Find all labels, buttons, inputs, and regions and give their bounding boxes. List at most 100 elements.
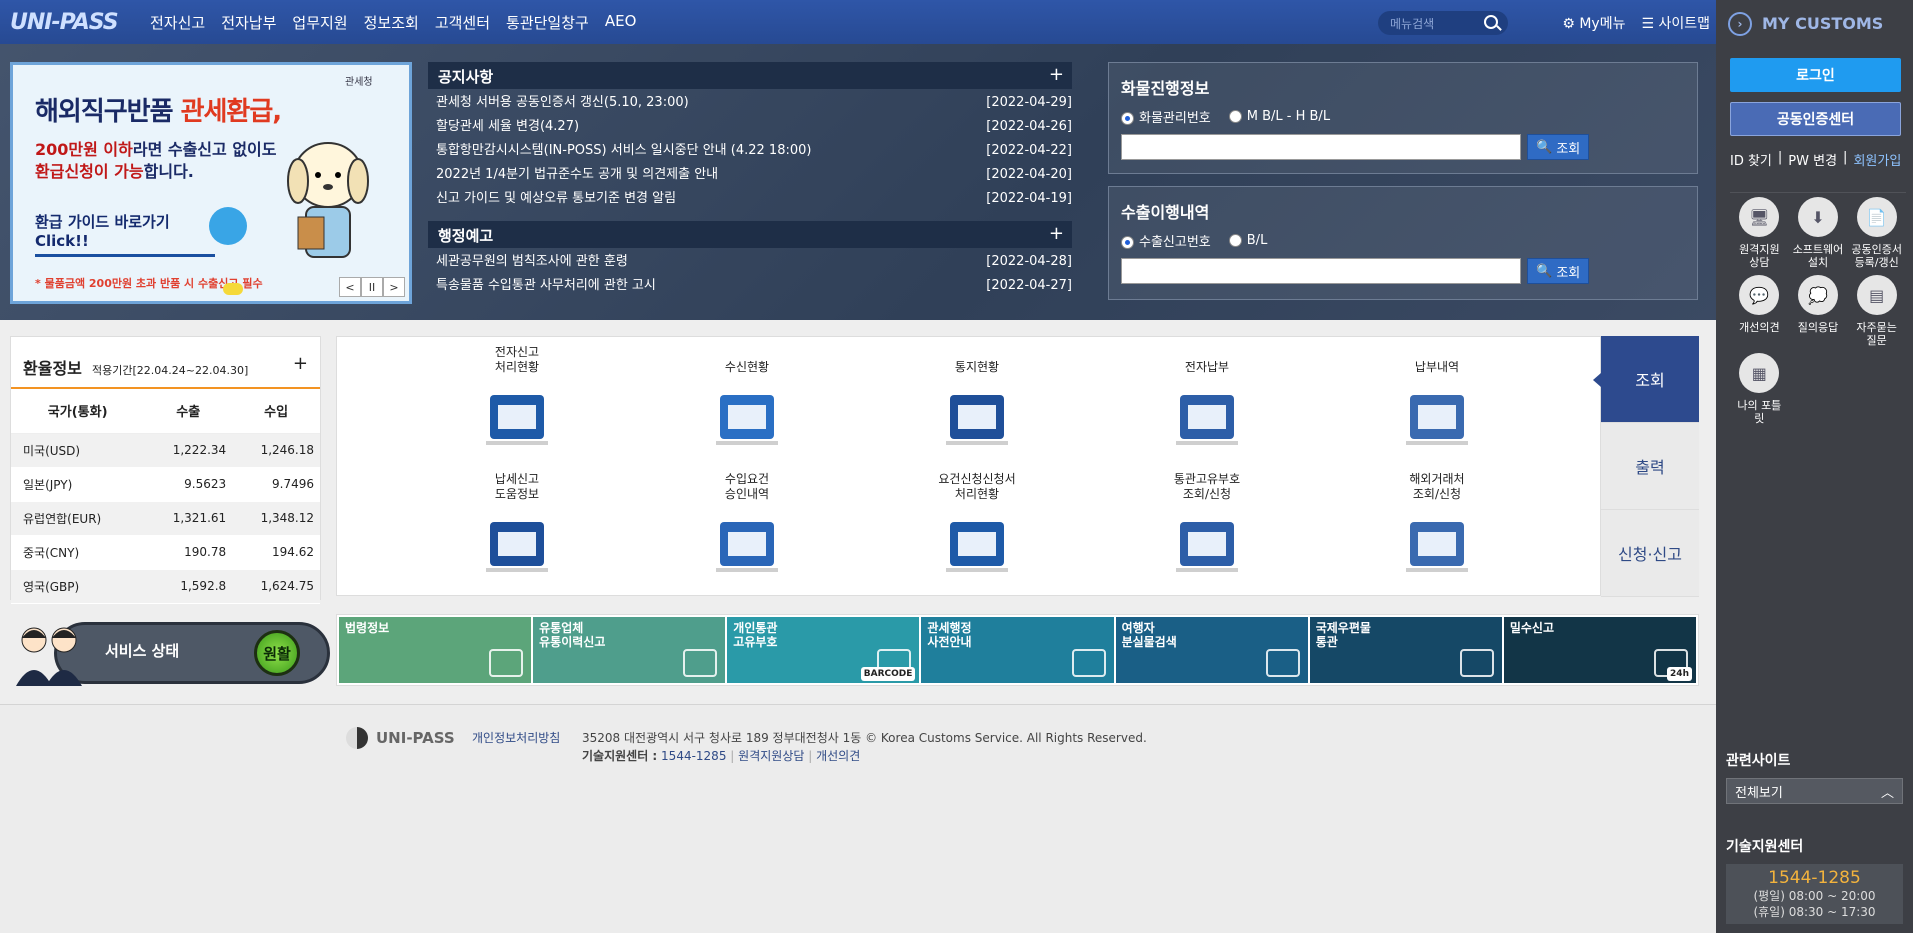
tech-phone: 1544-1285 — [1768, 868, 1861, 888]
radio-export-bl[interactable]: B/L — [1228, 233, 1267, 248]
menu-item[interactable]: 납세신고 도움정보 — [437, 472, 597, 582]
menu-item[interactable]: 해외거래처 조회/신청 — [1357, 472, 1517, 582]
cargo-search-button[interactable]: 🔍 조회 — [1527, 134, 1590, 160]
nav-info-search[interactable]: 정보조회 — [356, 12, 427, 33]
sidebar-quick-item[interactable]: 💭 질의응답 — [1789, 275, 1848, 347]
quick-tile[interactable]: 법령정보 — [339, 617, 532, 683]
menu-item-line1: 납세신고 — [494, 472, 540, 486]
menu-grid: 전자신고 처리현황 수신현황 통지현황 전자납부 납부내역납세신고 도움정보 수입요건 승인내역… — [336, 336, 1601, 596]
nav-single-window[interactable]: 통관단일창구 — [498, 12, 597, 33]
menu-item[interactable]: 통관고유부호 조회/신청 — [1127, 472, 1287, 582]
notice-text[interactable]: 특송물품 수입통관 사무처리에 관한 고시 — [436, 274, 656, 298]
prev-icon[interactable]: < — [339, 277, 361, 297]
related-sites-select[interactable]: 전체보기 ︿ — [1726, 778, 1903, 804]
quick-tile[interactable]: 관세행정 사전안내 — [921, 617, 1114, 683]
book-icon — [489, 649, 524, 677]
unipass-logo[interactable]: UNI-PASS — [0, 0, 119, 44]
login-button[interactable]: 로그인 — [1730, 58, 1901, 92]
sidebar-quick-item[interactable]: ▤ 자주묻는 질문 — [1847, 275, 1906, 347]
quick-tile[interactable]: 국제우편물 통관 — [1309, 617, 1502, 683]
footer-remote-link[interactable]: 원격지원상담 — [738, 749, 804, 763]
sidebar-quick-item[interactable]: 📄 공동인증서 등록/갱신 — [1847, 197, 1906, 269]
calculator-icon — [1406, 395, 1468, 445]
notice-item[interactable]: 신고 가이드 및 예상오류 통보기준 변경 알림 [2022-04-19] — [428, 187, 1072, 211]
sidebar-quick-label: 나의 포틀 릿 — [1737, 399, 1782, 425]
pen-icon — [683, 649, 718, 677]
footer-improve-link[interactable]: 개선의견 — [816, 749, 860, 763]
exchange-more-button[interactable]: + — [293, 353, 308, 374]
export-number-input[interactable] — [1121, 258, 1521, 284]
menu-item[interactable]: 전자납부 — [1127, 345, 1287, 455]
sidebar-quick-item[interactable]: ⬇ 소프트웨어 설치 — [1789, 197, 1848, 269]
find-id-link[interactable]: ID 찾기 — [1730, 150, 1772, 169]
notice-text[interactable]: 2022년 1/4분기 법규준수도 공개 및 의견제출 안내 — [436, 163, 718, 187]
pw-change-link[interactable]: PW 변경 — [1788, 150, 1837, 169]
tab-search[interactable]: 조회 — [1593, 336, 1699, 423]
faq-icon: ▤ — [1856, 275, 1897, 315]
nav-work-support[interactable]: 업무지원 — [284, 12, 355, 33]
menu-search-input[interactable]: 메뉴검색 — [1378, 11, 1508, 35]
notice-text[interactable]: 통합항만감시시스템(IN-POSS) 서비스 일시중단 안내 (4.22 18:… — [436, 139, 811, 163]
menu-item[interactable]: 요건신청신청서 처리현황 — [897, 472, 1057, 582]
quick-tile[interactable]: 밀수신고 24h — [1503, 617, 1696, 683]
sitemap-link[interactable]: ☰ 사이트맵 — [1641, 13, 1710, 33]
notice-item[interactable]: 관세청 서버용 공동인증서 갱신(5.10, 23:00) [2022-04-29… — [428, 91, 1072, 115]
tab-apply[interactable]: 신청·신고 — [1601, 510, 1699, 597]
country-cell: 미국(USD) — [11, 433, 145, 468]
chevron-right-icon[interactable]: › — [1728, 11, 1752, 36]
pause-icon[interactable]: II — [361, 277, 383, 297]
notice-text[interactable]: 세관공무원의 범칙조사에 관한 훈령 — [436, 250, 628, 274]
export-rate-cell: 1,222.34 — [144, 433, 233, 468]
admin-notice-more-button[interactable]: + — [1049, 223, 1064, 244]
help-book-icon — [486, 522, 548, 572]
notice-panel: 공지사항 + 관세청 서버용 공동인증서 갱신(5.10, 23:00) [2022… — [428, 62, 1072, 211]
sidebar-quick-item[interactable]: 🖥 원격지원 상담 — [1730, 197, 1789, 269]
bar-chart-icon — [486, 395, 548, 445]
quick-tile[interactable]: 개인통관 고유부호 BARCODE — [727, 617, 920, 683]
exchange-rate-panel: 환율정보 적용기간[22.04.24~22.04.30] + 국가(통화) 수출… — [10, 336, 321, 604]
nav-e-payment[interactable]: 전자납부 — [213, 12, 284, 33]
radio-cargo-number[interactable]: 화물관리번호 — [1121, 107, 1211, 126]
menu-item[interactable]: 전자신고 처리현황 — [437, 345, 597, 455]
notice-item[interactable]: 할당관세 세율 변경(4.27) [2022-04-26] — [428, 115, 1072, 139]
promo-banner[interactable]: 해외직구반품 관세환급, 200만원 이하라면 수출신고 없이도 환급신청이 가능… — [10, 62, 412, 304]
menu-item[interactable]: 수신현황 — [667, 345, 827, 455]
notice-item[interactable]: 2022년 1/4분기 법규준수도 공개 및 의견제출 안내 [2022-04-2… — [428, 163, 1072, 187]
nav-aeo[interactable]: AEO — [597, 12, 645, 33]
cert-center-button[interactable]: 공동인증센터 — [1730, 102, 1901, 136]
notice-text[interactable]: 할당관세 세율 변경(4.27) — [436, 115, 579, 139]
radio-bl[interactable]: M B/L - H B/L — [1228, 109, 1330, 124]
tab-print[interactable]: 출력 — [1601, 423, 1699, 510]
tile-tag: 24h — [1667, 667, 1692, 681]
quick-tile[interactable]: 유통업체 유통이력신고 — [533, 617, 726, 683]
quick-tile[interactable]: 여행자 분실물검색 — [1115, 617, 1308, 683]
menu-item[interactable]: 납부내역 — [1357, 345, 1517, 455]
radio-export-number[interactable]: 수출신고번호 — [1121, 231, 1211, 250]
export-rate-cell: 1,321.61 — [144, 501, 233, 536]
next-icon[interactable]: > — [383, 277, 405, 297]
notice-text[interactable]: 신고 가이드 및 예상오류 통보기준 변경 알림 — [436, 187, 676, 211]
export-search-button[interactable]: 🔍 조회 — [1527, 258, 1590, 284]
my-menu-link[interactable]: ⚙ My메뉴 — [1562, 13, 1625, 33]
notice-text[interactable]: 관세청 서버용 공동인증서 갱신(5.10, 23:00) — [436, 91, 689, 115]
notice-more-button[interactable]: + — [1049, 64, 1064, 85]
sidebar-quick-item[interactable]: 💬 개선의견 — [1730, 275, 1789, 347]
footer-tech-phone[interactable]: 1544-1285 — [661, 749, 726, 763]
notice-item[interactable]: 세관공무원의 범칙조사에 관한 훈령 [2022-04-28] — [428, 250, 1072, 274]
menu-item[interactable]: 수입요건 승인내역 — [667, 472, 827, 582]
nav-e-declaration[interactable]: 전자신고 — [142, 12, 213, 33]
search-icon[interactable] — [1484, 15, 1498, 29]
notice-item[interactable]: 통합항만감시시스템(IN-POSS) 서비스 일시중단 안내 (4.22 18:… — [428, 139, 1072, 163]
nav-customer-center[interactable]: 고객센터 — [427, 12, 498, 33]
signup-link[interactable]: 회원가입 — [1853, 150, 1901, 169]
cargo-number-input[interactable] — [1121, 134, 1521, 160]
privacy-link[interactable]: 개인정보처리방침 — [472, 729, 560, 746]
notice-date: [2022-04-28] — [986, 254, 1072, 269]
menu-item[interactable]: 통지현황 — [897, 345, 1057, 455]
barcode-person-icon — [1176, 522, 1238, 572]
notice-item[interactable]: 특송물품 수입통관 사무처리에 관한 고시 [2022-04-27] — [428, 274, 1072, 298]
slide-indicator[interactable] — [223, 283, 243, 295]
guide-link[interactable]: 환급 가이드 바로가기 Click!! — [35, 211, 215, 257]
sidebar-quick-item[interactable]: ▦ 나의 포틀 릿 — [1730, 353, 1789, 425]
menu-item-line1: 수입요건 — [724, 472, 770, 486]
